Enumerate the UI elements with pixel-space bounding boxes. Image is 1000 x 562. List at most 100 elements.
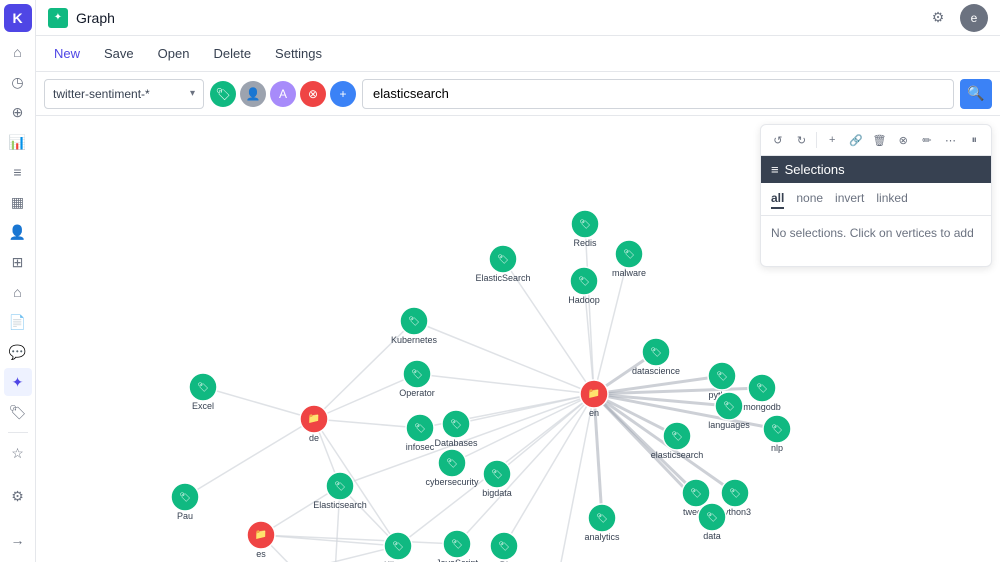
tab-all[interactable]: all [771,189,784,209]
svg-text:🏷: 🏷 [771,424,782,434]
menu-open[interactable]: Open [148,42,200,65]
sidebar-item-chat[interactable]: 💬 [4,338,32,366]
menu-save[interactable]: Save [94,42,144,65]
sidebar-item-analytics[interactable]: 📊 [4,128,32,156]
add-btn[interactable]: + [821,129,843,151]
menu-settings[interactable]: Settings [265,42,332,65]
svg-text:data: data [703,531,721,541]
index-selector[interactable]: twitter-sentiment-* ▾ [44,79,204,109]
sidebar-item-graph[interactable]: ✦ [4,368,32,396]
node-nlp[interactable]: 🏷 nlp [763,415,791,453]
sidebar-item-clock[interactable]: ◷ [4,68,32,96]
node-Kubernetes[interactable]: 🏷Kubernetes [391,307,438,345]
sidebar-item-calendar[interactable]: ▦ [4,188,32,216]
node-analytics[interactable]: 🏷analytics [584,504,620,542]
sidebar-expand-btn[interactable]: → [4,526,32,554]
svg-text:Excel: Excel [192,401,214,411]
svg-text:🏷: 🏷 [491,469,502,479]
menu-delete[interactable]: Delete [203,42,261,65]
node-BI[interactable]: 🏷BI [490,532,518,562]
sidebar-item-table[interactable]: ≡ [4,158,32,186]
svg-text:🏷: 🏷 [498,541,509,551]
svg-text:infosec: infosec [406,442,435,452]
svg-text:datascience: datascience [632,366,680,376]
svg-text:🏷: 🏷 [716,371,727,381]
user-avatar[interactable]: e [960,4,988,32]
search-button[interactable]: 🔍 [960,79,992,109]
svg-text:nlp: nlp [771,443,783,453]
svg-text:bigdata: bigdata [482,488,512,498]
svg-text:🏷: 🏷 [596,513,607,523]
node-Operator[interactable]: 🏷Operator [399,360,435,398]
undo-btn[interactable]: ↺ [767,129,789,151]
svg-text:📁: 📁 [255,530,267,541]
exclude-filter-btn[interactable]: ⊗ [300,81,326,107]
sidebar-item-users[interactable]: 👤 [4,218,32,246]
node-ElasticSearch[interactable]: 🏷ElasticSearch [475,245,530,283]
exclude-btn[interactable]: ⊗ [892,129,914,151]
svg-text:Databases: Databases [434,438,478,448]
add-filter-btn[interactable]: + [330,81,356,107]
node-Hadoop[interactable]: 🏷Hadoop [568,267,600,305]
sidebar-item-home2[interactable]: ⌂ [4,278,32,306]
more-btn[interactable]: ⋯ [940,129,962,151]
tab-none[interactable]: none [796,189,823,209]
user-filter-btn[interactable]: 👤 [240,81,266,107]
sidebar: K ⌂ ◷ ⊕ 📊 ≡ ▦ 👤 ⊞ ⌂ 📄 💬 ✦ 🏷 ☆ ⚙ → [0,0,36,562]
svg-text:Redis: Redis [573,238,597,248]
node-malware[interactable]: 🏷malware [612,240,646,278]
sidebar-item-home[interactable]: ⌂ [4,38,32,66]
selections-body: No selections. Click on vertices to add [761,216,991,266]
node-Kibana[interactable]: 🏷Kibana [384,532,412,562]
sidebar-item-docs[interactable]: 📄 [4,308,32,336]
node-infosec[interactable]: 🏷infosec [406,414,435,452]
svg-text:Hadoop: Hadoop [568,295,600,305]
selections-tabs: all none invert linked [761,183,991,216]
node-Redis[interactable]: 🏷 Redis [571,210,599,248]
svg-text:cybersecurity: cybersecurity [425,477,479,487]
selections-panel: ↺ ↻ + 🔗 🗑 ⊗ ✏ ⋯ ⏸ ≡ Selections all none … [760,124,992,267]
node-cybersecurity[interactable]: 🏷cybersecurity [425,449,479,487]
text-filter-btn[interactable]: A [270,81,296,107]
settings-button[interactable]: ⚙ [924,4,952,32]
tag-filter-btn[interactable]: 🏷 [210,81,236,107]
svg-text:elasticsearch: elasticsearch [651,450,704,460]
sidebar-item-star[interactable]: ☆ [4,439,32,467]
svg-text:🏷: 🏷 [450,419,461,429]
tab-linked[interactable]: linked [876,189,907,209]
pause-btn[interactable]: ⏸ [963,129,985,151]
svg-text:🏷: 🏷 [579,219,590,229]
index-value: twitter-sentiment-* [53,87,186,101]
node-de[interactable]: 📁de [300,405,328,443]
svg-text:en: en [589,408,599,418]
app-logo[interactable]: K [4,4,32,32]
search-input[interactable] [362,79,954,109]
node-en[interactable]: 📁en [580,380,608,418]
node-Databases[interactable]: 🏷 Databases [434,410,478,448]
node-datascience[interactable]: 🏷datascience [632,338,680,376]
graph-area[interactable]: 🏷Redis🏷malware🏷ElasticSearch🏷Hadoop🏷Kube… [36,116,1000,562]
edit-btn[interactable]: ✏ [916,129,938,151]
svg-text:🏷: 🏷 [729,488,740,498]
node-data[interactable]: 🏷data [698,503,726,541]
node-Elasticsearch[interactable]: 🏷Elasticsearch [313,472,367,510]
node-mongodb[interactable]: 🏷mongodb [743,374,781,412]
menu-new[interactable]: New [44,42,90,65]
svg-text:languages: languages [708,420,750,430]
page-title: Graph [76,10,115,26]
node-JavaScript[interactable]: 🏷JavaScript [436,530,479,562]
node-es[interactable]: 📁es [247,521,275,559]
link-btn[interactable]: 🔗 [845,129,867,151]
node-Excel[interactable]: 🏷Excel [189,373,217,411]
titlebar-actions: ⚙ e [924,4,988,32]
redo-btn[interactable]: ↻ [791,129,813,151]
sidebar-item-tags[interactable]: 🏷 [4,398,32,426]
sidebar-item-settings[interactable]: ⚙ [4,483,32,511]
tab-invert[interactable]: invert [835,189,864,209]
sidebar-item-grid[interactable]: ⊞ [4,248,32,276]
delete-btn[interactable]: 🗑 [869,129,891,151]
node-Pau[interactable]: 🏷Pau [171,483,199,521]
sidebar-item-search[interactable]: ⊕ [4,98,32,126]
svg-text:Pau: Pau [177,511,193,521]
node-bigdata[interactable]: 🏷 bigdata [482,460,512,498]
